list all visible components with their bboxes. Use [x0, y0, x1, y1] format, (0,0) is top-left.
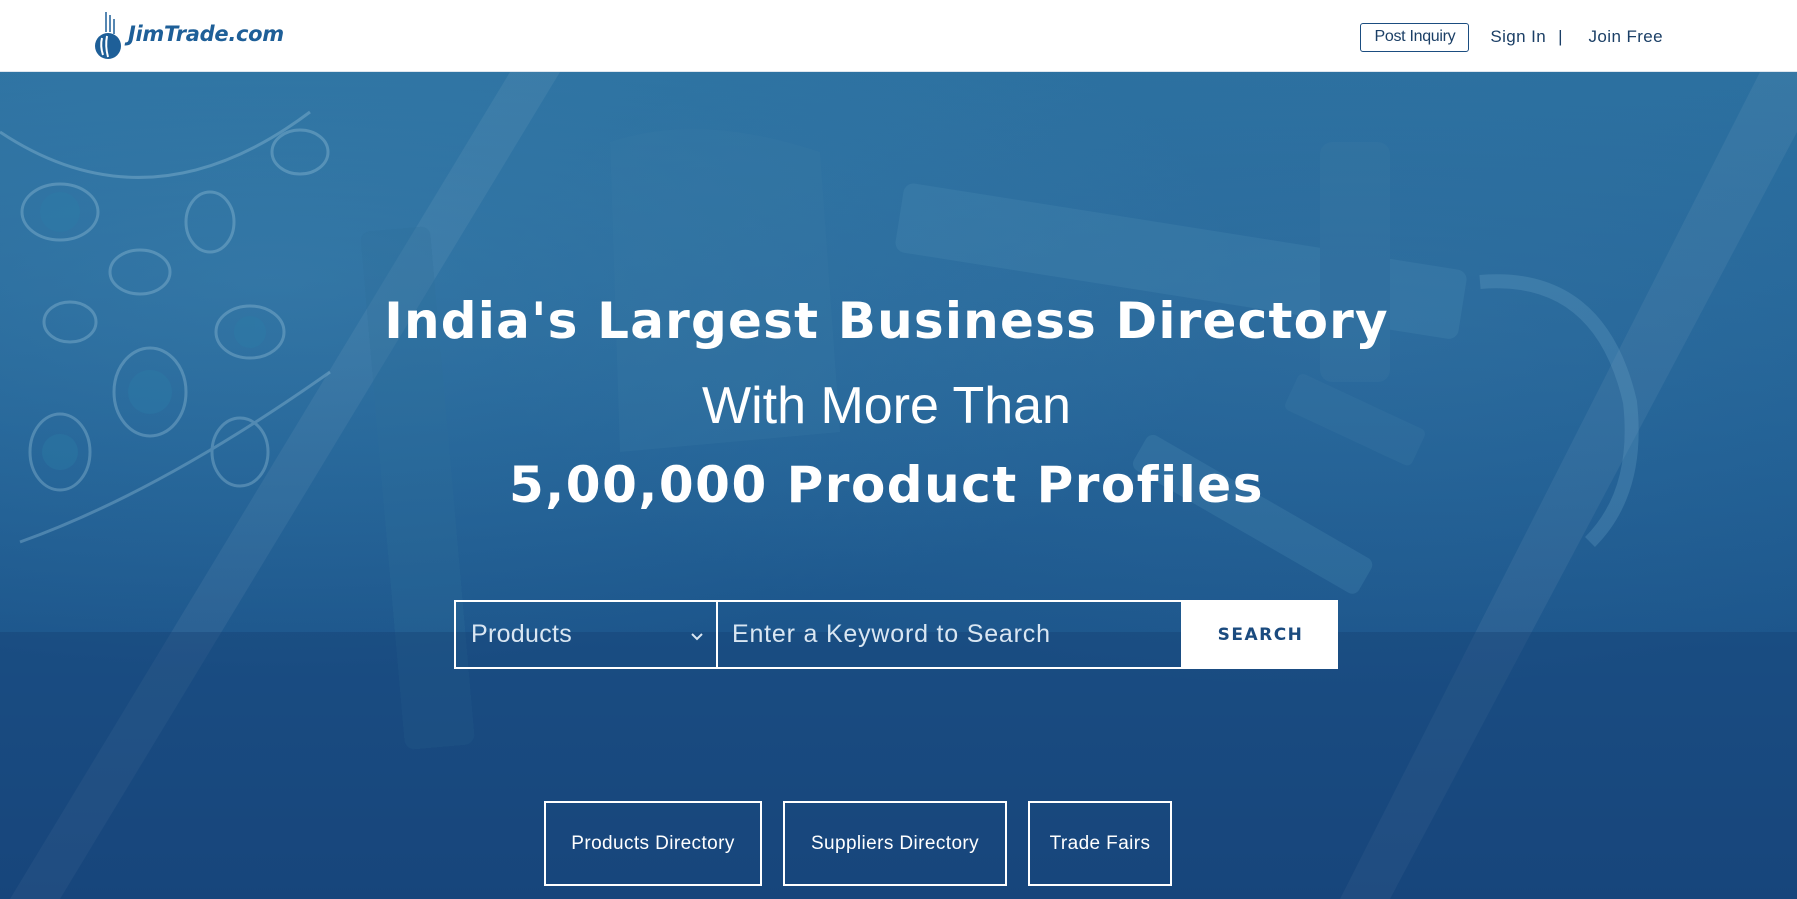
logo-globe-icon: [92, 10, 126, 59]
post-inquiry-button[interactable]: Post Inquiry: [1360, 22, 1470, 52]
logo[interactable]: JimTrade.com: [92, 8, 284, 60]
products-directory-link[interactable]: Products Directory: [544, 801, 762, 886]
headline-primary: India's Largest Business Directory: [384, 292, 1389, 350]
sign-in-link[interactable]: Sign In: [1490, 27, 1546, 47]
trade-fairs-link[interactable]: Trade Fairs: [1028, 801, 1172, 886]
search-bar: Products SEARCH: [454, 600, 1338, 669]
suppliers-directory-link[interactable]: Suppliers Directory: [783, 801, 1007, 886]
category-select-value: Products: [471, 620, 573, 648]
site-header: JimTrade.com Post Inquiry Sign In | Join…: [0, 0, 1797, 72]
keyword-search-input[interactable]: [716, 600, 1183, 669]
hero-banner: India's Largest Business Directory With …: [0, 72, 1797, 899]
headline-count: 5,00,000 Product Profiles: [509, 456, 1264, 514]
header-nav: Post Inquiry Sign In | Join Free: [1360, 22, 1663, 52]
logo-text: JimTrade.com: [128, 22, 284, 46]
category-select[interactable]: Products: [454, 600, 716, 669]
join-free-link[interactable]: Join Free: [1589, 27, 1663, 47]
nav-separator: |: [1558, 27, 1563, 46]
chevron-down-icon: [690, 629, 704, 647]
search-button[interactable]: SEARCH: [1183, 600, 1338, 669]
headline-secondary: With More Than: [702, 377, 1071, 435]
